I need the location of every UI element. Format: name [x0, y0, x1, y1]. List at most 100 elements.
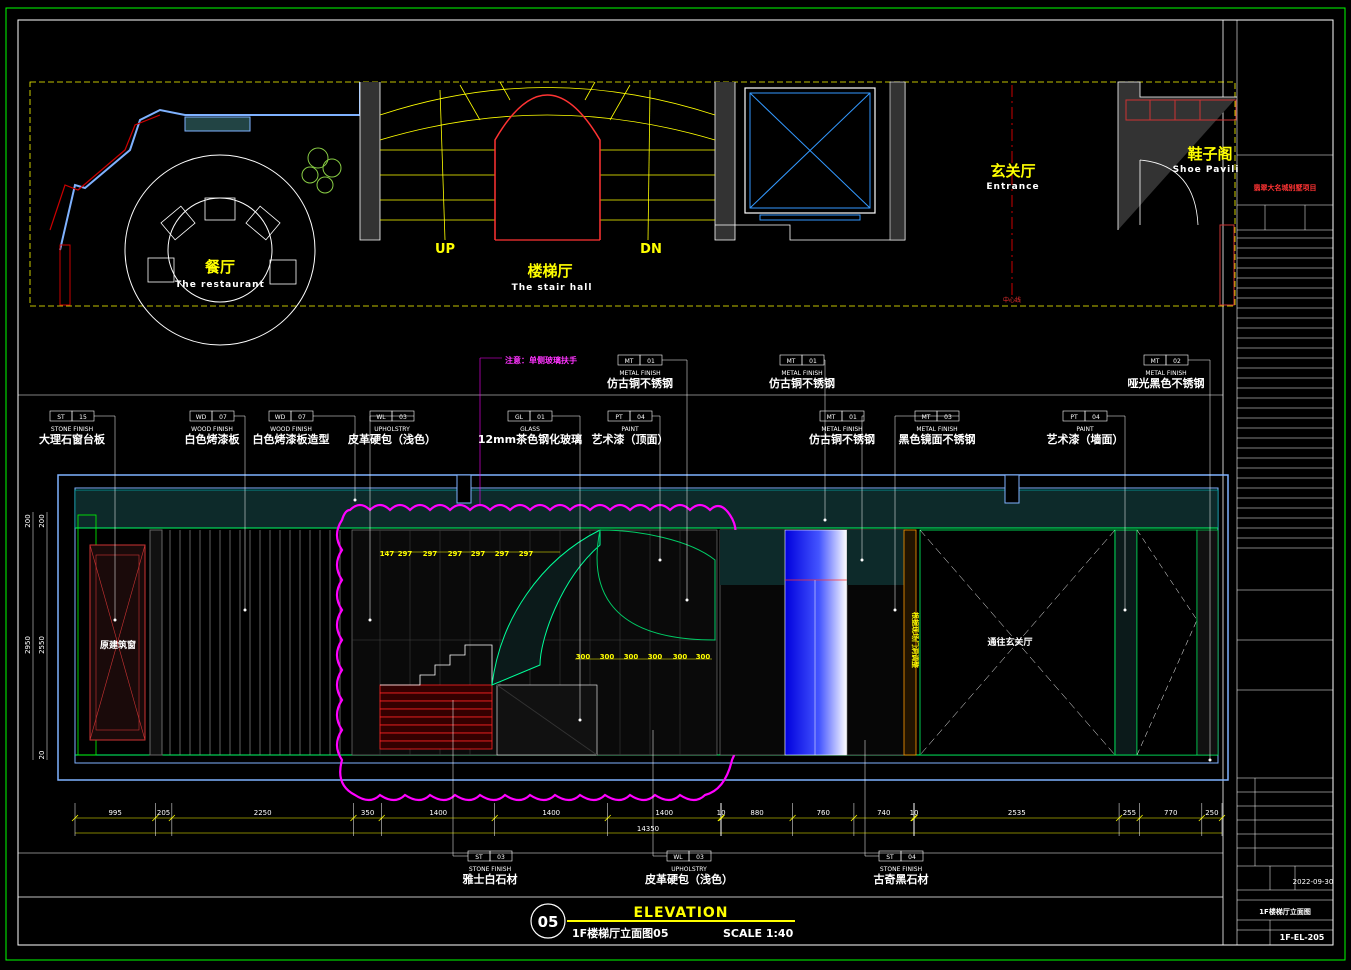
tag-code: ST: [886, 854, 894, 861]
tag-code: WL: [673, 854, 683, 861]
tag-label: 白色烤漆板: [185, 432, 241, 446]
tag-label: 白色烤漆板造型: [253, 432, 330, 446]
tag-code: MT: [625, 358, 634, 365]
tag-sub: WOOD FINISH: [270, 426, 312, 433]
left-dims: 200 200 2950 2550 20: [24, 512, 48, 760]
tag-sub: STONE FINISH: [51, 426, 93, 433]
tag-label: 12mm茶色钢化玻璃: [478, 432, 582, 446]
tag-number: 04: [1092, 414, 1100, 421]
tag-label: 皮革硬包（浅色）: [644, 872, 733, 886]
dn-label: DN: [640, 242, 662, 257]
tag-label: 艺术漆（墙面）: [1047, 432, 1124, 446]
tag-number: 07: [219, 414, 227, 421]
tag-code: ST: [57, 414, 65, 421]
tag-number: 01: [647, 358, 655, 365]
tag-number: 07: [298, 414, 306, 421]
svg-text:2950: 2950: [24, 636, 32, 654]
room-entrance-cn: 玄关厅: [990, 162, 1035, 180]
tag-number: 01: [849, 414, 857, 421]
dimension-label: 205: [157, 809, 170, 817]
tag-number: 04: [908, 854, 916, 861]
svg-text:20: 20: [38, 751, 46, 760]
svg-text:300: 300: [673, 653, 688, 661]
tag-sub: STONE FINISH: [469, 866, 511, 873]
dimension-label: 1400: [429, 809, 447, 817]
tag-number: 03: [497, 854, 505, 861]
tag-sub: WOOD FINISH: [191, 426, 233, 433]
svg-text:297: 297: [448, 550, 463, 558]
tag-sub: METAL FINISH: [619, 370, 660, 377]
room-entrance-en: Entrance: [986, 182, 1039, 192]
tag-sub: PAINT: [1076, 426, 1094, 433]
tag-number: 04: [637, 414, 645, 421]
tag-code: WD: [196, 414, 207, 421]
glass-rail-note: 注意：单侧玻璃扶手: [505, 355, 577, 365]
tb-drawing-title: 1F楼梯厅立面图: [1259, 907, 1311, 916]
room-shoe-cn: 鞋子阁: [1187, 145, 1232, 163]
dimension-label: 2250: [254, 809, 272, 817]
tag-sub: GLASS: [520, 426, 540, 433]
tag-sub: METAL FINISH: [916, 426, 957, 433]
tag-label: 仿古铜不锈钢: [809, 432, 875, 446]
tag-code: GL: [515, 414, 524, 421]
tag-label: 皮革硬包（浅色）: [347, 432, 436, 446]
tag-sub: METAL FINISH: [821, 426, 862, 433]
svg-text:297: 297: [495, 550, 510, 558]
floor-plan: 中心线 餐厅 The restaurant 楼梯厅 The stair hall…: [29, 81, 1240, 346]
tag-number: 03: [399, 414, 407, 421]
room-shoe-en: Shoe Pavili: [1173, 165, 1240, 175]
entrance-label: 通往玄关厅: [987, 636, 1032, 648]
tag-label: 大理石窗台板: [39, 432, 106, 446]
axis-label: 中心线: [1003, 296, 1021, 304]
title-scale: SCALE 1:40: [723, 927, 794, 940]
tb-project-name: 翡翠大名城别墅项目: [1254, 183, 1317, 192]
svg-text:300: 300: [696, 653, 711, 661]
material-tag: ST 04 STONE FINISH古奇黑石材: [864, 740, 929, 886]
dimension-label: 350: [361, 809, 374, 817]
up-label: UP: [435, 242, 455, 257]
tb-date: 2022-09-30: [1293, 878, 1334, 886]
dimension-label: 760: [817, 809, 830, 817]
tag-number: 03: [696, 854, 704, 861]
glass-column: [784, 529, 848, 756]
tag-label: 古奇黑石材: [874, 872, 929, 886]
tag-number: 15: [79, 414, 87, 421]
svg-text:300: 300: [600, 653, 615, 661]
tag-label: 仿古铜不锈钢: [607, 376, 673, 390]
drawing-title: 05 ELEVATION 1F楼梯厅立面图05 SCALE 1:40: [530, 903, 795, 940]
svg-text:300: 300: [624, 653, 639, 661]
tag-sub: METAL FINISH: [1145, 370, 1186, 377]
tag-code: PT: [615, 414, 623, 421]
room-stair-cn: 楼梯厅: [527, 262, 572, 280]
tag-code: PT: [1070, 414, 1078, 421]
tag-label: 艺术漆（顶面）: [592, 432, 669, 446]
svg-text:300: 300: [576, 653, 591, 661]
total-dimension: 14350: [637, 825, 659, 833]
tag-code: WD: [275, 414, 286, 421]
svg-text:300: 300: [648, 653, 663, 661]
svg-text:297: 297: [471, 550, 486, 558]
dimension-label: 2535: [1008, 809, 1026, 817]
tag-code: WL: [376, 414, 386, 421]
title-subtitle: 1F楼梯厅立面图05: [572, 926, 668, 940]
svg-text:297: 297: [423, 550, 438, 558]
tag-sub: METAL FINISH: [781, 370, 822, 377]
svg-text:297: 297: [519, 550, 534, 558]
svg-text:297: 297: [398, 550, 413, 558]
dimension-label: 250: [1205, 809, 1218, 817]
window-label: 原建筑窗: [100, 639, 136, 651]
tag-code: MT: [787, 358, 796, 365]
dimension-label: 770: [1164, 809, 1177, 817]
tag-label: 哑光黑色不锈钢: [1128, 376, 1205, 390]
dimension-label: 995: [108, 809, 121, 817]
title-heading: ELEVATION: [633, 905, 728, 921]
svg-text:2550: 2550: [38, 636, 46, 654]
svg-text:200: 200: [24, 514, 32, 527]
tag-number: 03: [944, 414, 952, 421]
tb-drawing-no: 1F-EL-205: [1280, 933, 1325, 942]
dimension-label: 880: [750, 809, 763, 817]
tag-number: 01: [809, 358, 817, 365]
tag-number: 01: [537, 414, 545, 421]
tag-code: ST: [475, 854, 483, 861]
room-stair-en: The stair hall: [512, 283, 593, 293]
